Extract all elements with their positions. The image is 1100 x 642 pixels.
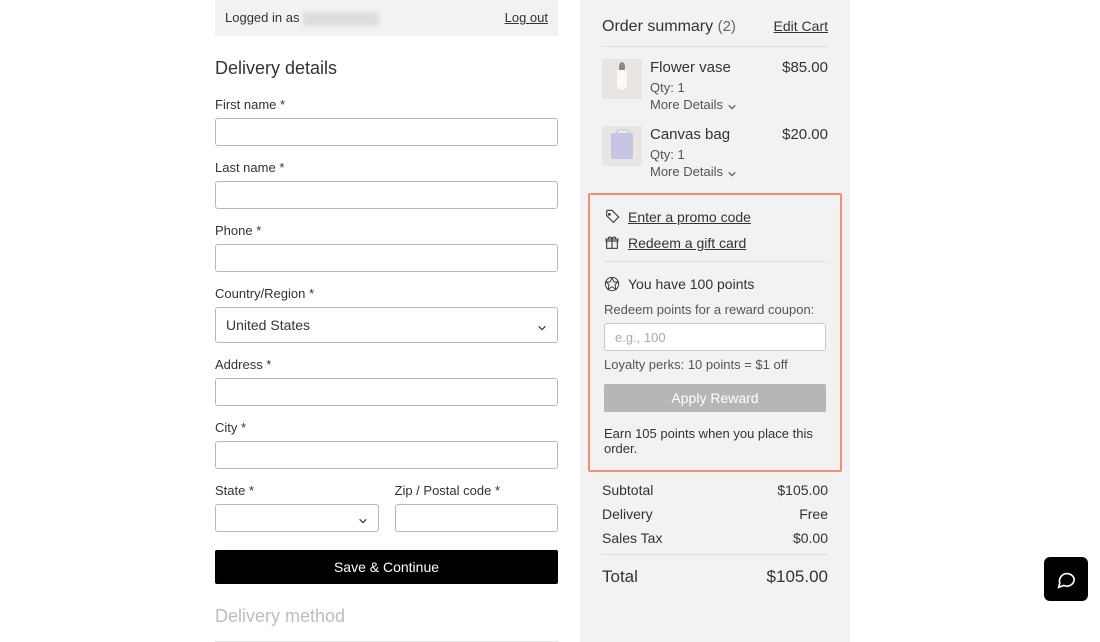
points-balance: You have 100 points	[628, 276, 754, 292]
item-qty: Qty: 1	[650, 147, 828, 162]
first-name-input[interactable]	[215, 118, 558, 146]
edit-cart-link[interactable]: Edit Cart	[774, 18, 828, 34]
points-hint: Loyalty perks: 10 points = $1 off	[604, 357, 826, 372]
tax-value: $0.00	[793, 530, 828, 546]
country-select[interactable]: United States	[215, 307, 558, 343]
login-bar: Logged in as Log out	[215, 0, 558, 36]
chevron-down-icon	[537, 320, 547, 330]
gift-icon	[604, 235, 620, 251]
save-continue-button[interactable]: Save & Continue	[215, 550, 558, 584]
total-label: Total	[602, 567, 638, 587]
tax-label: Sales Tax	[602, 530, 662, 546]
address-input[interactable]	[215, 378, 558, 406]
cart-item: Canvas bag $20.00 Qty: 1 More Details	[602, 126, 828, 179]
gift-card-link[interactable]: Redeem a gift card	[628, 235, 746, 251]
country-value: United States	[226, 317, 310, 333]
chevron-down-icon	[727, 167, 737, 177]
item-qty: Qty: 1	[650, 80, 828, 95]
last-name-label: Last name *	[215, 160, 558, 175]
address-label: Address *	[215, 357, 558, 372]
order-summary-count: (2)	[718, 18, 736, 35]
delivery-label: Delivery	[602, 506, 653, 522]
zip-label: Zip / Postal code *	[395, 483, 559, 498]
rewards-panel: Enter a promo code Redeem a gift card Yo…	[588, 193, 842, 472]
logged-in-prefix: Logged in as	[225, 10, 303, 25]
last-name-input[interactable]	[215, 181, 558, 209]
total-value: $105.00	[767, 567, 828, 587]
item-name: Flower vase	[650, 59, 731, 76]
delivery-value: Free	[799, 506, 828, 522]
chevron-down-icon	[727, 100, 737, 110]
delivery-details-title: Delivery details	[215, 58, 558, 79]
delivery-method-title: Delivery method	[215, 606, 558, 642]
logout-link[interactable]: Log out	[505, 10, 548, 25]
country-label: Country/Region *	[215, 286, 558, 301]
apply-reward-button[interactable]: Apply Reward	[604, 384, 826, 412]
zip-input[interactable]	[395, 504, 559, 532]
subtotal-label: Subtotal	[602, 482, 653, 498]
item-thumbnail	[602, 59, 642, 99]
user-email-masked	[303, 12, 379, 26]
more-details-toggle[interactable]: More Details	[650, 164, 737, 179]
city-input[interactable]	[215, 441, 558, 469]
item-price: $20.00	[782, 126, 828, 143]
state-label: State *	[215, 483, 379, 498]
cart-item: Flower vase $85.00 Qty: 1 More Details	[602, 59, 828, 112]
item-name: Canvas bag	[650, 126, 730, 143]
phone-input[interactable]	[215, 244, 558, 272]
chat-button[interactable]	[1044, 557, 1088, 601]
redeem-label: Redeem points for a reward coupon:	[604, 302, 826, 317]
promo-code-link[interactable]: Enter a promo code	[628, 209, 751, 225]
tag-icon	[604, 209, 620, 225]
phone-label: Phone *	[215, 223, 558, 238]
chevron-down-icon	[358, 513, 368, 523]
item-thumbnail	[602, 126, 642, 166]
state-select[interactable]	[215, 504, 379, 532]
order-summary-title: Order summary	[602, 18, 713, 35]
points-input[interactable]	[604, 323, 826, 351]
item-price: $85.00	[782, 59, 828, 76]
city-label: City *	[215, 420, 558, 435]
more-details-toggle[interactable]: More Details	[650, 97, 737, 112]
points-icon	[604, 276, 620, 292]
subtotal-value: $105.00	[777, 482, 828, 498]
first-name-label: First name *	[215, 97, 558, 112]
earn-note: Earn 105 points when you place this orde…	[604, 426, 826, 456]
